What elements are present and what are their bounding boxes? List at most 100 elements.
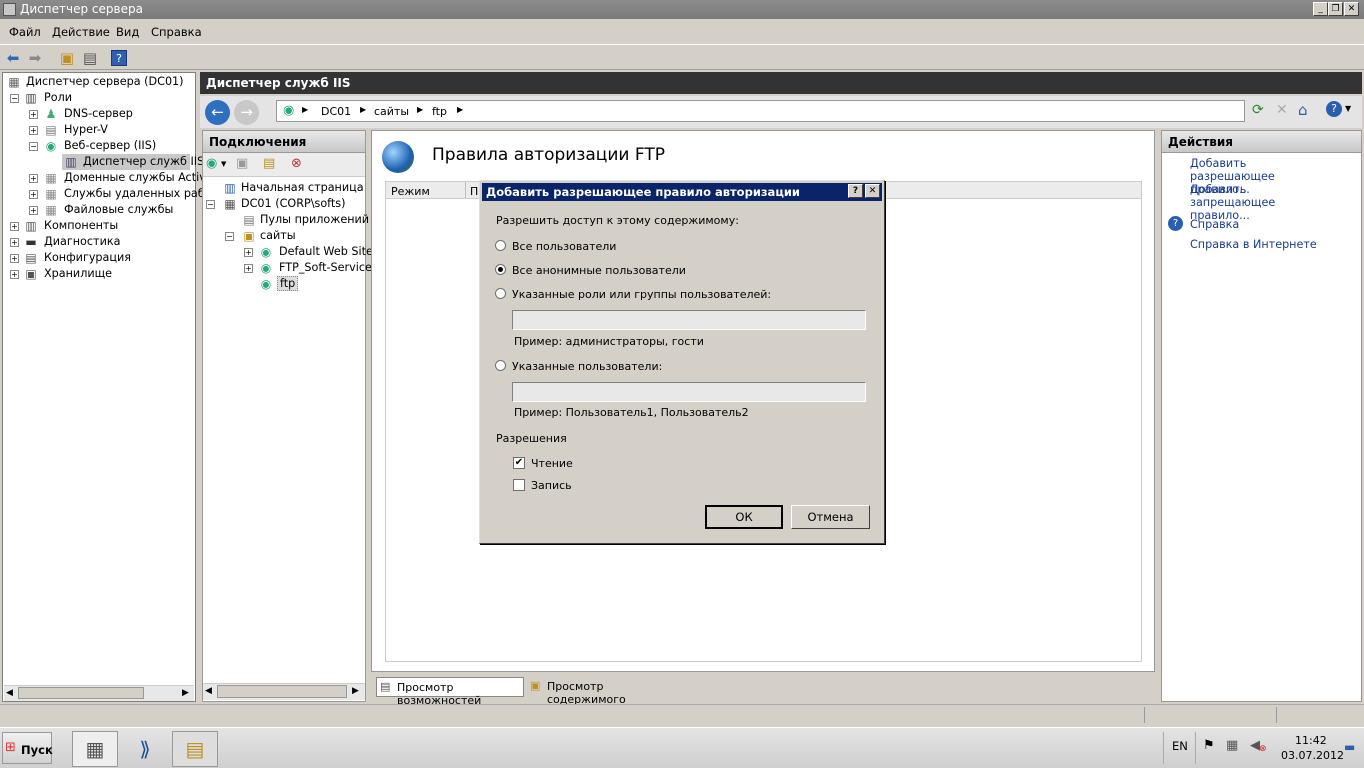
scroll-thumb[interactable] [217, 685, 347, 698]
online-help-link[interactable]: Справка в Интернете [1190, 238, 1317, 251]
menu-view[interactable]: Вид [116, 25, 139, 39]
roles-input[interactable] [512, 310, 866, 330]
scroll-left-icon[interactable]: ◀ [205, 686, 212, 696]
save-icon[interactable]: ▣ [236, 156, 248, 171]
checkbox-write-label[interactable]: Запись [531, 479, 572, 492]
help-icon[interactable]: ? [1326, 101, 1342, 117]
refresh-icon[interactable]: ⟳ [1252, 102, 1264, 118]
conn-site-default[interactable]: Default Web Site [279, 245, 373, 258]
radio-anonymous-users-label[interactable]: Все анонимные пользователи [512, 264, 686, 277]
forward-arrow-icon[interactable]: ➡ [25, 48, 45, 68]
tree-ad[interactable]: Доменные службы Active [64, 171, 213, 184]
column-p[interactable]: П [470, 185, 478, 198]
scroll-right-icon[interactable]: ▶ [352, 686, 359, 696]
collapse-icon[interactable]: − [225, 232, 234, 241]
expand-icon[interactable]: + [244, 264, 253, 273]
checkbox-read[interactable]: ✔ [513, 457, 525, 469]
close-button[interactable]: ✕ [1344, 2, 1359, 16]
conn-sites[interactable]: сайты [260, 229, 296, 242]
breadcrumb-dc01[interactable]: DC01 [321, 105, 351, 118]
clock-date[interactable]: 03.07.2012 [1281, 749, 1344, 762]
collapse-icon[interactable]: − [29, 142, 38, 151]
expand-icon[interactable]: + [10, 270, 19, 279]
explorer-icon[interactable]: ▤ [172, 731, 218, 767]
conn-start-page[interactable]: Начальная страница [241, 181, 364, 194]
expand-icon[interactable]: + [29, 110, 38, 119]
cancel-button[interactable]: Отмена [791, 505, 870, 529]
tree-components[interactable]: Компоненты [44, 219, 118, 232]
stop-icon[interactable]: ✕ [1276, 102, 1288, 118]
column-mode[interactable]: Режим [391, 185, 430, 198]
minimize-button[interactable]: _ [1313, 2, 1328, 16]
menu-file[interactable]: Файл [9, 25, 41, 39]
scroll-right-icon[interactable]: ▶ [182, 688, 189, 698]
tab-content-view[interactable]: ▣ Просмотр содержимого [528, 677, 678, 706]
horizontal-scrollbar[interactable]: ◀ ▶ [203, 683, 365, 700]
chevron-down-icon[interactable]: ▼ [221, 160, 226, 168]
checkbox-read-label[interactable]: Чтение [531, 457, 573, 470]
menu-help[interactable]: Справка [151, 25, 202, 39]
home-icon[interactable]: ⌂ [1298, 101, 1308, 119]
expand-icon[interactable]: + [10, 238, 19, 247]
flag-icon[interactable]: ⚑ [1203, 738, 1215, 753]
dialog-close-button[interactable]: ✕ [865, 184, 880, 198]
network-icon[interactable]: ▦ [1226, 738, 1238, 753]
expand-icon[interactable]: + [29, 174, 38, 183]
start-button[interactable]: ⊞ Пуск [2, 732, 53, 764]
show-hide-tree-icon[interactable]: ▤ [80, 48, 100, 68]
tree-root[interactable]: Диспетчер сервера (DC01) [26, 75, 184, 88]
conn-app-pools[interactable]: Пулы приложений [260, 213, 369, 226]
tree-file-services[interactable]: Файловые службы [64, 203, 173, 216]
radio-all-users-label[interactable]: Все пользователи [512, 240, 616, 253]
back-arrow-icon[interactable]: ⬅ [3, 48, 23, 68]
expand-icon[interactable]: + [10, 254, 19, 263]
conn-server[interactable]: DC01 (CORP\softs) [241, 197, 345, 210]
show-desktop-icon[interactable]: ▬ [1344, 740, 1355, 754]
radio-roles-groups[interactable] [495, 288, 506, 299]
users-input[interactable] [512, 382, 866, 402]
help-icon[interactable]: ? [111, 50, 127, 66]
breadcrumb-sites[interactable]: сайты [374, 105, 409, 118]
expand-icon[interactable]: + [29, 190, 38, 199]
collapse-icon[interactable]: − [206, 200, 215, 209]
connect-icon[interactable]: ◉ [206, 156, 217, 171]
conn-site-ftp[interactable]: ftp [277, 276, 299, 291]
tree-iis-manager[interactable]: Диспетчер служб IIS [83, 155, 204, 168]
language-indicator[interactable]: EN [1172, 739, 1188, 753]
tree-hyperv[interactable]: Hyper-V [64, 123, 108, 136]
horizontal-scrollbar[interactable]: ◀ ▶ [4, 685, 194, 701]
radio-specified-users-label[interactable]: Указанные пользователи: [512, 360, 662, 373]
server-manager-taskbar-icon[interactable]: ▦ [72, 731, 118, 767]
dialog-help-button[interactable]: ? [848, 184, 863, 198]
expand-icon[interactable]: + [29, 206, 38, 215]
tree-storage[interactable]: Хранилище [44, 267, 112, 280]
tree-webserver[interactable]: Веб-сервер (IIS) [64, 139, 156, 152]
radio-all-users[interactable] [495, 240, 506, 251]
up-folder-icon[interactable]: ▣ [57, 48, 77, 68]
radio-specified-users[interactable] [495, 360, 506, 371]
tree-diagnostics[interactable]: Диагностика [44, 235, 120, 248]
tree-roles[interactable]: Роли [44, 91, 72, 104]
checkbox-write[interactable] [513, 479, 525, 491]
collapse-icon[interactable]: − [10, 94, 19, 103]
tab-features-view[interactable]: ▤ Просмотр возможностей [376, 677, 524, 707]
expand-icon[interactable]: + [10, 222, 19, 231]
scroll-thumb[interactable] [18, 687, 144, 699]
chevron-down-icon[interactable]: ▼ [1345, 104, 1351, 113]
breadcrumb-ftp[interactable]: ftp [432, 105, 447, 118]
menu-action[interactable]: Действие [52, 25, 110, 39]
help-link[interactable]: Справка [1190, 218, 1239, 231]
clock-time[interactable]: 11:42 [1295, 734, 1327, 747]
address-bar[interactable]: ◉ ▶ DC01 ▶ сайты ▶ ftp ▶ [276, 100, 1245, 122]
radio-roles-groups-label[interactable]: Указанные роли или группы пользователей: [512, 288, 771, 301]
tree-dns[interactable]: DNS-сервер [64, 107, 133, 120]
add-deny-rule-link[interactable]: Добавить запрещающее правило... [1190, 183, 1330, 222]
back-button[interactable]: ← [205, 100, 230, 125]
maximize-button[interactable]: ❐ [1328, 2, 1343, 16]
disconnect-icon[interactable]: ⊗ [291, 156, 302, 171]
tree-rds[interactable]: Службы удаленных рабо [64, 187, 212, 200]
radio-anonymous-users[interactable] [495, 264, 506, 275]
forward-button[interactable]: → [234, 100, 259, 125]
tree-configuration[interactable]: Конфигурация [44, 251, 131, 264]
expand-icon[interactable]: + [29, 126, 38, 135]
